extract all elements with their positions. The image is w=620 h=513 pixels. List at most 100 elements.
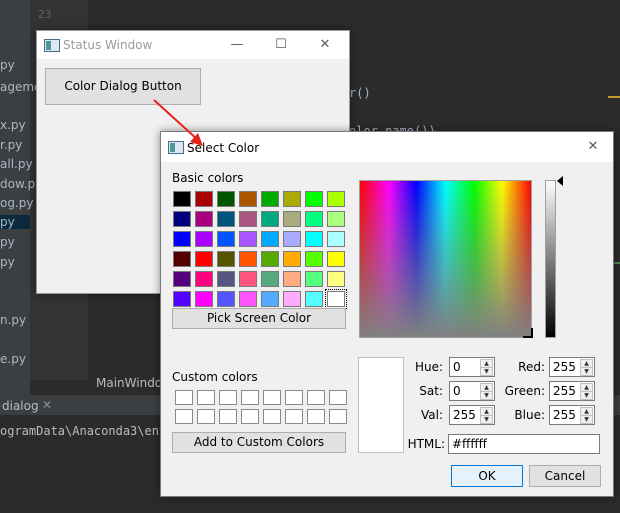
basic-color-swatch[interactable] <box>283 231 301 247</box>
status-window-titlebar[interactable]: Status Window — ☐ ✕ <box>37 31 349 59</box>
basic-color-swatch[interactable] <box>261 191 279 207</box>
custom-color-swatch[interactable] <box>197 390 215 405</box>
sat-spinbox[interactable]: 0 ▲ ▼ <box>449 381 495 401</box>
basic-color-swatch[interactable] <box>283 211 301 227</box>
project-file-item-selected[interactable]: py <box>0 215 30 229</box>
basic-color-swatch[interactable] <box>173 231 191 247</box>
project-file-item[interactable]: all.py <box>0 157 33 171</box>
basic-color-swatch[interactable] <box>195 191 213 207</box>
custom-color-swatch[interactable] <box>219 409 237 424</box>
basic-color-swatch[interactable] <box>283 271 301 287</box>
custom-color-swatch[interactable] <box>285 390 303 405</box>
custom-color-swatch[interactable] <box>285 409 303 424</box>
project-file-item[interactable]: py <box>0 255 15 269</box>
custom-color-swatch[interactable] <box>197 409 215 424</box>
basic-color-swatch[interactable] <box>173 191 191 207</box>
basic-color-swatch[interactable] <box>305 251 323 267</box>
custom-color-swatch[interactable] <box>329 409 347 424</box>
hue-spinbox[interactable]: 0 ▲ ▼ <box>449 357 495 377</box>
spin-down-icon[interactable]: ▼ <box>480 367 493 376</box>
maximize-button[interactable]: ☐ <box>259 31 303 59</box>
ok-button[interactable]: OK <box>451 465 523 487</box>
basic-color-swatch[interactable] <box>239 291 257 307</box>
basic-color-swatch[interactable] <box>327 251 345 267</box>
basic-color-swatch[interactable] <box>261 271 279 287</box>
custom-color-swatch[interactable] <box>263 390 281 405</box>
project-file-item[interactable]: r.py <box>0 138 22 152</box>
html-color-input[interactable]: #ffffff <box>448 434 600 454</box>
close-button[interactable]: ✕ <box>303 31 347 59</box>
basic-color-swatch[interactable] <box>195 211 213 227</box>
basic-color-swatch[interactable] <box>217 191 235 207</box>
red-spinbox[interactable]: 255 ▲ ▼ <box>549 357 595 377</box>
spin-down-icon[interactable]: ▼ <box>480 391 493 400</box>
basic-color-swatch[interactable] <box>261 231 279 247</box>
basic-color-swatch[interactable] <box>173 211 191 227</box>
basic-color-swatch[interactable] <box>195 291 213 307</box>
val-spinbox[interactable]: 255 ▲ ▼ <box>449 405 495 425</box>
basic-color-swatch[interactable] <box>217 211 235 227</box>
project-file-item[interactable]: py <box>0 58 15 72</box>
basic-color-swatch[interactable] <box>305 231 323 247</box>
project-file-item[interactable]: n.py <box>0 313 26 327</box>
custom-color-swatch[interactable] <box>241 390 259 405</box>
basic-color-swatch[interactable] <box>239 211 257 227</box>
basic-color-swatch[interactable] <box>217 291 235 307</box>
add-to-custom-colors-button[interactable]: Add to Custom Colors <box>172 432 346 453</box>
basic-color-swatch[interactable] <box>325 289 347 309</box>
luminance-arrow-icon[interactable] <box>557 176 563 186</box>
basic-color-swatch[interactable] <box>261 211 279 227</box>
basic-color-swatch[interactable] <box>327 271 345 287</box>
basic-color-swatch[interactable] <box>173 251 191 267</box>
spin-down-icon[interactable]: ▼ <box>580 367 593 376</box>
basic-color-swatch[interactable] <box>283 251 301 267</box>
color-dialog-button[interactable]: Color Dialog Button <box>45 68 201 105</box>
close-button[interactable]: ✕ <box>573 132 613 162</box>
basic-color-swatch[interactable] <box>327 231 345 247</box>
project-file-item[interactable]: py <box>0 235 15 249</box>
custom-color-swatch[interactable] <box>175 390 193 405</box>
basic-color-swatch[interactable] <box>195 271 213 287</box>
basic-color-swatch[interactable] <box>305 291 323 307</box>
basic-color-swatch[interactable] <box>283 191 301 207</box>
custom-color-swatch[interactable] <box>307 409 325 424</box>
basic-color-swatch[interactable] <box>283 291 301 307</box>
close-icon[interactable]: ✕ <box>42 398 52 412</box>
custom-color-swatch[interactable] <box>219 390 237 405</box>
basic-color-swatch[interactable] <box>239 271 257 287</box>
blue-spinbox[interactable]: 255 ▲ ▼ <box>549 405 595 425</box>
basic-color-swatch[interactable] <box>305 271 323 287</box>
basic-color-swatch[interactable] <box>327 191 345 207</box>
basic-color-swatch[interactable] <box>217 251 235 267</box>
color-spectrum[interactable] <box>359 180 532 338</box>
custom-color-swatch[interactable] <box>307 390 325 405</box>
pick-screen-color-button[interactable]: Pick Screen Color <box>172 308 346 329</box>
basic-color-swatch[interactable] <box>239 191 257 207</box>
spin-down-icon[interactable]: ▼ <box>580 391 593 400</box>
custom-color-swatch[interactable] <box>263 409 281 424</box>
dialog-titlebar[interactable]: Select Color ✕ <box>161 132 613 162</box>
run-tab[interactable]: dialog <box>2 399 39 413</box>
custom-color-swatch[interactable] <box>241 409 259 424</box>
basic-color-swatch[interactable] <box>239 251 257 267</box>
basic-color-swatch[interactable] <box>305 191 323 207</box>
green-spinbox[interactable]: 255 ▲ ▼ <box>549 381 595 401</box>
basic-color-swatch[interactable] <box>173 271 191 287</box>
basic-color-swatch[interactable] <box>195 231 213 247</box>
custom-color-swatch[interactable] <box>329 390 347 405</box>
basic-color-swatch[interactable] <box>305 211 323 227</box>
basic-color-swatch[interactable] <box>327 211 345 227</box>
project-file-item[interactable]: e.py <box>0 352 26 366</box>
project-file-item[interactable]: x.py <box>0 118 26 132</box>
basic-color-swatch[interactable] <box>261 251 279 267</box>
spin-down-icon[interactable]: ▼ <box>580 415 593 424</box>
basic-color-swatch[interactable] <box>217 271 235 287</box>
custom-color-swatch[interactable] <box>175 409 193 424</box>
basic-color-swatch[interactable] <box>173 291 191 307</box>
luminance-slider[interactable] <box>545 180 556 338</box>
basic-color-swatch[interactable] <box>239 231 257 247</box>
spectrum-cursor[interactable] <box>523 328 533 338</box>
basic-color-swatch[interactable] <box>195 251 213 267</box>
cancel-button[interactable]: Cancel <box>529 465 601 487</box>
spin-down-icon[interactable]: ▼ <box>480 415 493 424</box>
